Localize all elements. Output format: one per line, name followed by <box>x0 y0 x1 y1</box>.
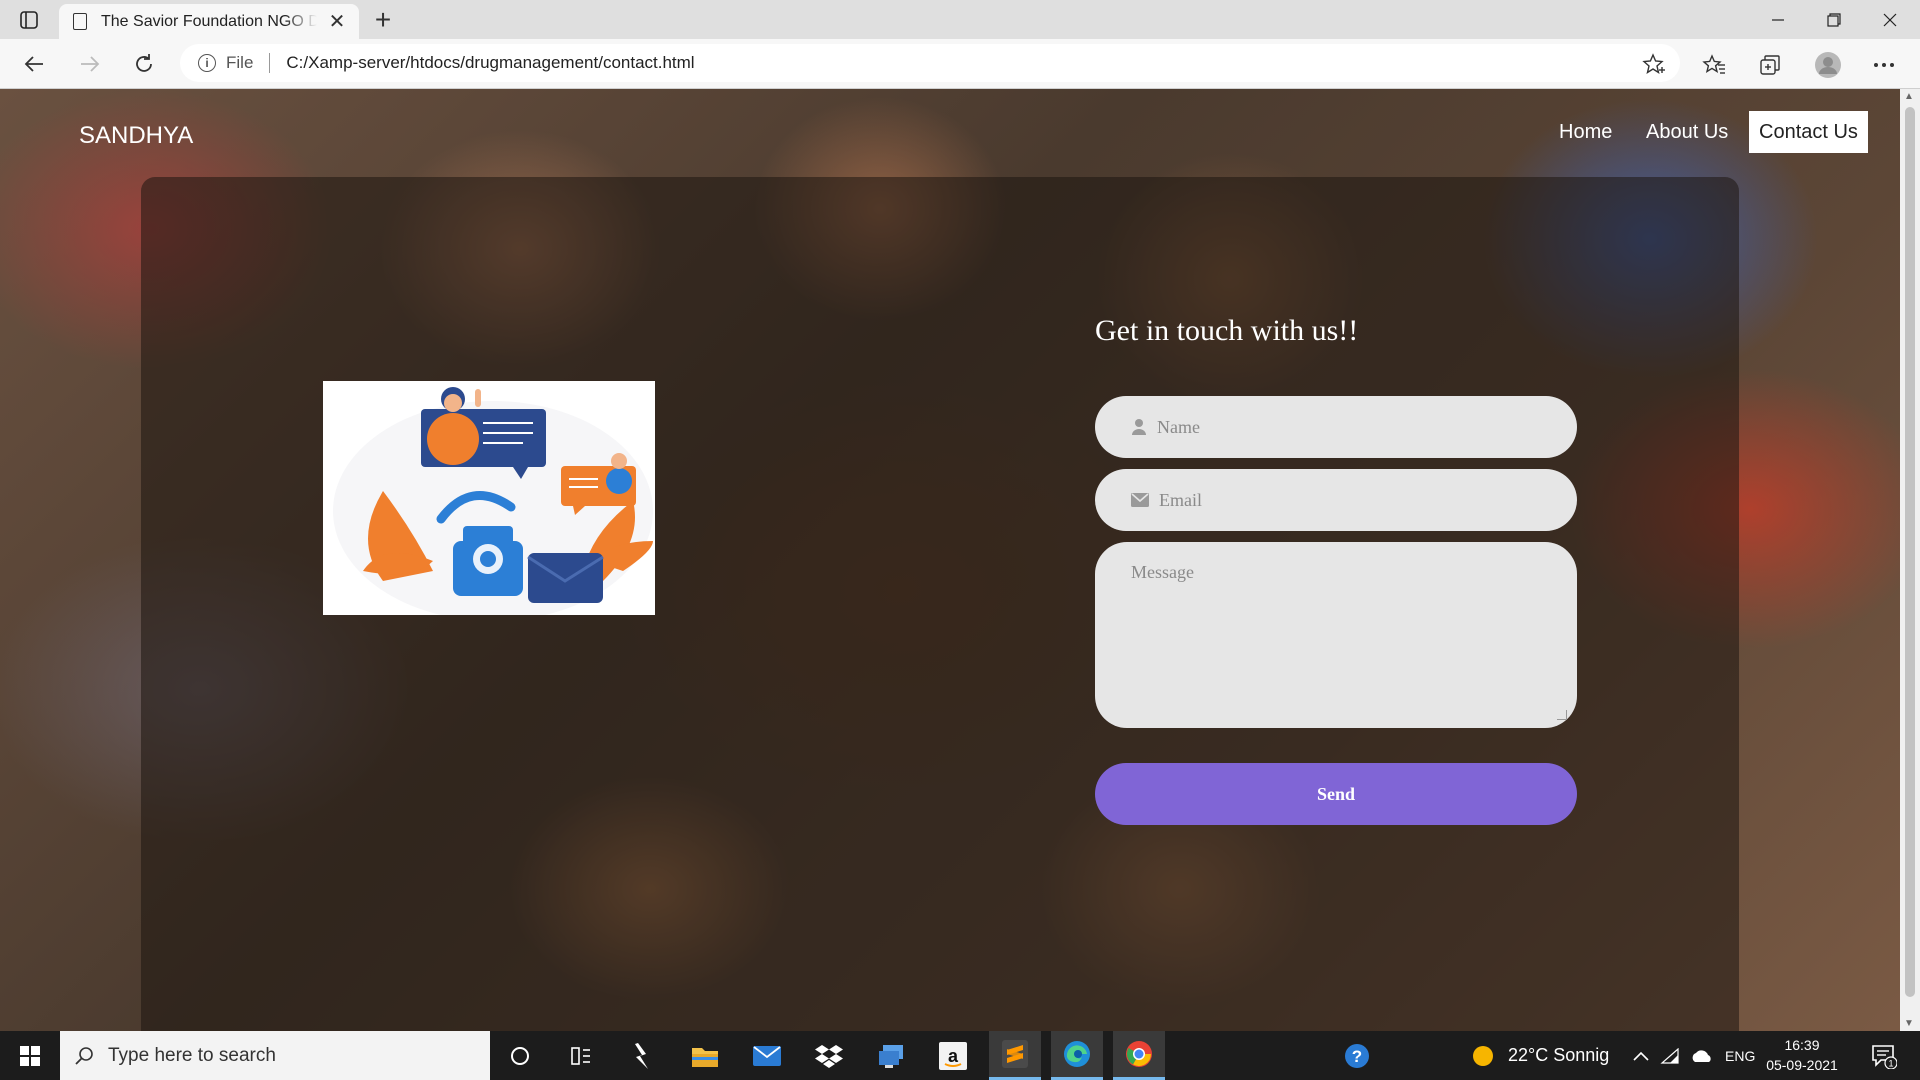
url-divider <box>269 53 271 73</box>
info-icon: i <box>198 54 216 72</box>
clock-time: 16:39 <box>1784 1037 1820 1053</box>
refresh-button[interactable] <box>126 46 162 82</box>
start-button[interactable] <box>0 1031 60 1080</box>
onedrive-icon[interactable] <box>1690 1031 1714 1080</box>
show-hidden-icons[interactable] <box>1633 1031 1649 1080</box>
sun-icon <box>1473 1045 1493 1066</box>
taskbar-search[interactable]: Type here to search <box>60 1031 490 1080</box>
new-tab-button[interactable]: + <box>368 4 398 36</box>
svg-text:?: ? <box>1352 1047 1362 1066</box>
tab-close-icon[interactable]: ✕ <box>325 9 349 34</box>
user-icon <box>1131 418 1147 436</box>
mail-icon[interactable] <box>741 1031 793 1080</box>
browser-toolbar: i File C:/Xamp-server/htdocs/drugmanagem… <box>0 39 1920 89</box>
favorites-icon[interactable] <box>1700 51 1728 79</box>
file-explorer-icon[interactable] <box>679 1031 731 1080</box>
message-placeholder: Message <box>1131 562 1194 582</box>
windows-taskbar: Type here to search a ? 22°C Sonnig ENG … <box>0 1031 1920 1080</box>
dropbox-icon[interactable] <box>803 1031 855 1080</box>
scrollbar-thumb[interactable] <box>1905 107 1915 997</box>
search-placeholder: Type here to search <box>108 1044 276 1066</box>
back-button[interactable] <box>16 46 52 82</box>
url-text[interactable]: C:/Xamp-server/htdocs/drugmanagement/con… <box>286 53 694 73</box>
help-icon[interactable]: ? <box>1331 1031 1383 1080</box>
sublime-text-icon[interactable] <box>989 1031 1041 1080</box>
message-textarea[interactable]: Message <box>1095 542 1577 728</box>
nav-contact-us[interactable]: Contact Us <box>1749 111 1868 153</box>
more-options-icon[interactable] <box>1870 51 1898 79</box>
page-viewport: SANDHYA Home About Us Contact Us Get in … <box>0 89 1900 1031</box>
forward-button[interactable] <box>72 46 108 82</box>
scroll-up-icon[interactable]: ▲ <box>1904 91 1914 102</box>
app-lightning-icon[interactable] <box>617 1031 669 1080</box>
minimize-button[interactable] <box>1750 0 1806 39</box>
page-icon <box>73 13 87 30</box>
send-button[interactable]: Send <box>1095 763 1577 825</box>
scroll-down-icon[interactable]: ▼ <box>1904 1018 1914 1029</box>
restore-button[interactable] <box>1806 0 1862 39</box>
system-clock[interactable]: 16:39 05-09-2021 <box>1762 1035 1842 1075</box>
page-scrollbar[interactable]: ▲ ▼ <box>1900 89 1920 1031</box>
email-placeholder: Email <box>1159 489 1202 510</box>
close-window-button[interactable] <box>1862 0 1918 39</box>
network-icon[interactable] <box>1660 1031 1680 1080</box>
tab-actions-icon[interactable] <box>18 9 40 31</box>
collections-icon[interactable] <box>1756 51 1784 79</box>
language-indicator[interactable]: ENG <box>1725 1031 1755 1080</box>
name-placeholder: Name <box>1157 416 1200 437</box>
notification-count: 1 <box>1888 1058 1893 1068</box>
site-info[interactable]: i File <box>198 53 253 73</box>
search-icon <box>74 1046 94 1066</box>
browser-titlebar: The Savior Foundation NGO Donation ✕ + <box>0 0 1920 39</box>
weather-widget[interactable]: 22°C Sonnig <box>1472 1031 1609 1080</box>
nav-about-us[interactable]: About Us <box>1636 111 1738 153</box>
cortana-icon[interactable] <box>494 1031 546 1080</box>
weather-text: 22°C Sonnig <box>1508 1045 1610 1065</box>
profile-avatar-icon[interactable] <box>1814 51 1842 79</box>
clock-date: 05-09-2021 <box>1766 1057 1838 1073</box>
nav-home[interactable]: Home <box>1549 111 1622 153</box>
envelope-icon <box>1131 493 1149 507</box>
add-favorite-icon[interactable] <box>1640 51 1668 79</box>
chrome-icon[interactable] <box>1113 1031 1165 1080</box>
name-input[interactable]: Name <box>1095 396 1577 458</box>
site-brand[interactable]: SANDHYA <box>79 122 193 150</box>
task-view-icon[interactable] <box>555 1031 607 1080</box>
tab-title: The Savior Foundation NGO Donation <box>101 12 317 30</box>
email-input[interactable]: Email <box>1095 469 1577 531</box>
form-title: Get in touch with us!! <box>1095 314 1359 347</box>
notifications-icon[interactable]: 1 <box>1858 1031 1910 1080</box>
network-app-icon[interactable] <box>865 1031 917 1080</box>
resize-handle[interactable] <box>1557 710 1567 720</box>
contact-illustration <box>323 381 655 615</box>
browser-tab-active[interactable]: The Savior Foundation NGO Donation ✕ <box>59 4 359 39</box>
svg-text:a: a <box>948 1046 959 1066</box>
edge-browser-icon[interactable] <box>1051 1031 1103 1080</box>
amazon-icon[interactable]: a <box>927 1031 979 1080</box>
address-bar[interactable]: i File C:/Xamp-server/htdocs/drugmanagem… <box>180 44 1680 82</box>
url-scheme-label: File <box>226 53 254 72</box>
